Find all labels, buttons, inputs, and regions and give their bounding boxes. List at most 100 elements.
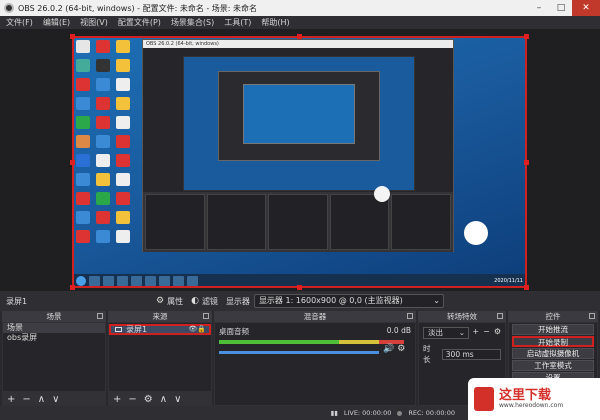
remove-icon[interactable]: − xyxy=(128,394,136,405)
audio-track-name: 桌面音频 xyxy=(219,327,249,336)
rec-status: REC: 00:00:00 xyxy=(408,409,455,417)
volume-slider[interactable] xyxy=(219,350,379,354)
scene-item[interactable]: 场景 xyxy=(3,323,105,333)
scenes-title: 场景 xyxy=(46,312,62,321)
display-select-value: 显示器 1: 1600x900 @ 0,0 (主监视器) xyxy=(258,296,403,305)
start-streaming-button[interactable]: 开始推流 xyxy=(512,324,594,335)
display-label: 显示器 xyxy=(225,296,250,306)
transitions-title: 转场特效 xyxy=(447,312,477,321)
sources-dock: 来源 录屏1 👁🔒 + − ⚙ ∧ ∨ xyxy=(108,311,212,406)
transition-select[interactable]: 淡出 ⌄ xyxy=(423,327,469,339)
resize-handle[interactable] xyxy=(297,34,302,39)
menu-tools[interactable]: 工具(T) xyxy=(224,17,251,28)
menu-view[interactable]: 视图(V) xyxy=(80,17,108,28)
visibility-lock-icons[interactable]: 👁🔒 xyxy=(188,324,206,335)
start-recording-button[interactable]: 开始录制 xyxy=(512,336,594,347)
obs-logo-icon xyxy=(4,3,14,13)
studio-mode-button[interactable]: 工作室模式 xyxy=(512,360,594,371)
resize-handle[interactable] xyxy=(524,160,529,165)
move-down-icon[interactable]: ∨ xyxy=(174,394,181,405)
remove-icon[interactable]: − xyxy=(483,327,490,336)
start-virtual-camera-button[interactable]: 启动虚拟摄像机 xyxy=(512,348,594,359)
source-item[interactable]: 录屏1 👁🔒 xyxy=(109,324,211,335)
controls-title: 控件 xyxy=(545,312,561,321)
scenes-footer: + − ∧ ∨ xyxy=(2,392,106,406)
window-title: OBS 26.0.2 (64-bit, windows) - 配置文件: 未命名… xyxy=(18,3,258,13)
duration-label: 时长 xyxy=(423,344,431,364)
menu-help[interactable]: 帮助(H) xyxy=(261,17,289,28)
title-bar: OBS 26.0.2 (64-bit, windows) - 配置文件: 未命名… xyxy=(0,0,600,16)
resize-handle[interactable] xyxy=(70,285,75,290)
undock-icon[interactable] xyxy=(497,313,503,319)
resize-handle[interactable] xyxy=(524,34,529,39)
menu-edit[interactable]: 编辑(E) xyxy=(43,17,70,28)
menu-profile[interactable]: 配置文件(P) xyxy=(118,17,161,28)
sources-dock-header: 来源 xyxy=(108,311,212,322)
mixer-dock-header: 混音器 xyxy=(214,311,416,322)
scene-item[interactable]: obs录屏 xyxy=(3,333,105,343)
transition-buttons: + − ⚙ xyxy=(472,327,501,336)
undock-icon[interactable] xyxy=(203,313,209,319)
scenes-dock: 场景 场景 obs录屏 + − ∧ ∨ xyxy=(2,311,106,406)
gear-icon[interactable]: ⚙ xyxy=(494,327,501,336)
close-button[interactable]: ✕ xyxy=(572,0,600,16)
resize-handle[interactable] xyxy=(524,285,529,290)
remove-icon[interactable]: − xyxy=(22,394,30,405)
live-icon: ▮▮ xyxy=(330,409,338,417)
menu-bar: 文件(F) 编辑(E) 视图(V) 配置文件(P) 场景集合(S) 工具(T) … xyxy=(0,16,600,29)
filter-icon: ◐ xyxy=(191,296,199,306)
undock-icon[interactable] xyxy=(589,313,595,319)
move-up-icon[interactable]: ∧ xyxy=(160,394,167,405)
transitions-dock-header: 转场特效 xyxy=(418,311,506,322)
menu-scene-collection[interactable]: 场景集合(S) xyxy=(171,17,214,28)
add-icon[interactable]: + xyxy=(472,327,479,336)
gear-icon[interactable]: ⚙ xyxy=(397,344,405,354)
add-icon[interactable]: + xyxy=(7,394,15,405)
gear-icon[interactable]: ⚙ xyxy=(144,394,153,405)
display-select[interactable]: 显示器 1: 1600x900 @ 0,0 (主监视器) ⌄ xyxy=(253,294,444,308)
minimize-button[interactable]: – xyxy=(528,0,550,16)
properties-label: 属性 xyxy=(167,296,184,306)
scenes-list: 场景 obs录屏 xyxy=(3,323,105,391)
resize-handle[interactable] xyxy=(297,285,302,290)
watermark-url: www.hereodown.com xyxy=(499,402,564,409)
undock-icon[interactable] xyxy=(97,313,103,319)
undock-icon[interactable] xyxy=(407,313,413,319)
resize-handle[interactable] xyxy=(70,160,75,165)
add-icon[interactable]: + xyxy=(113,394,121,405)
move-down-icon[interactable]: ∨ xyxy=(52,394,59,405)
audio-track: 桌面音频 0.0 dB 🔊 ⚙ xyxy=(215,323,415,357)
controls-dock-header: 控件 xyxy=(508,311,598,322)
watermark-text: 这里下载 xyxy=(499,388,552,403)
source-selection-frame[interactable] xyxy=(72,36,527,288)
maximize-button[interactable]: □ xyxy=(550,0,572,16)
rec-indicator-icon xyxy=(397,410,403,416)
sources-title: 来源 xyxy=(152,312,168,321)
scenes-dock-header: 场景 xyxy=(2,311,106,322)
source-item-label: 录屏1 xyxy=(126,325,148,334)
mixer-title: 混音器 xyxy=(303,312,327,321)
resize-handle[interactable] xyxy=(70,34,75,39)
filters-button[interactable]: ◐ 滤镜 xyxy=(191,296,218,307)
live-status: LIVE: 00:00:00 xyxy=(343,409,392,417)
transition-select-value: 淡出 xyxy=(428,328,443,337)
volume-fill xyxy=(219,350,379,354)
gear-icon: ⚙ xyxy=(156,296,165,306)
mixer-body: 桌面音频 0.0 dB 🔊 ⚙ xyxy=(215,323,415,405)
preview-canvas[interactable]: OBS 26.0.2 (64-bit, windows) 2020/11/11 xyxy=(0,29,600,291)
chevron-down-icon: ⌄ xyxy=(458,328,465,337)
duration-input[interactable]: 300 ms xyxy=(441,348,501,360)
properties-button[interactable]: ⚙ 属性 xyxy=(156,296,183,307)
watermark: 这里下载 www.hereodown.com xyxy=(468,378,600,420)
audio-level: 0.0 dB xyxy=(386,326,411,335)
menu-file[interactable]: 文件(F) xyxy=(6,17,33,28)
speaker-icon[interactable]: 🔊 xyxy=(383,344,394,354)
move-up-icon[interactable]: ∧ xyxy=(38,394,45,405)
transition-duration: 时长 300 ms xyxy=(423,343,501,365)
sources-footer: + − ⚙ ∧ ∨ xyxy=(108,392,212,406)
filters-label: 滤镜 xyxy=(201,296,218,306)
watermark-logo xyxy=(474,387,494,411)
sources-list: 录屏1 👁🔒 xyxy=(109,323,211,391)
selected-source-name: 录屏1 xyxy=(6,296,28,306)
monitor-icon xyxy=(115,327,122,332)
